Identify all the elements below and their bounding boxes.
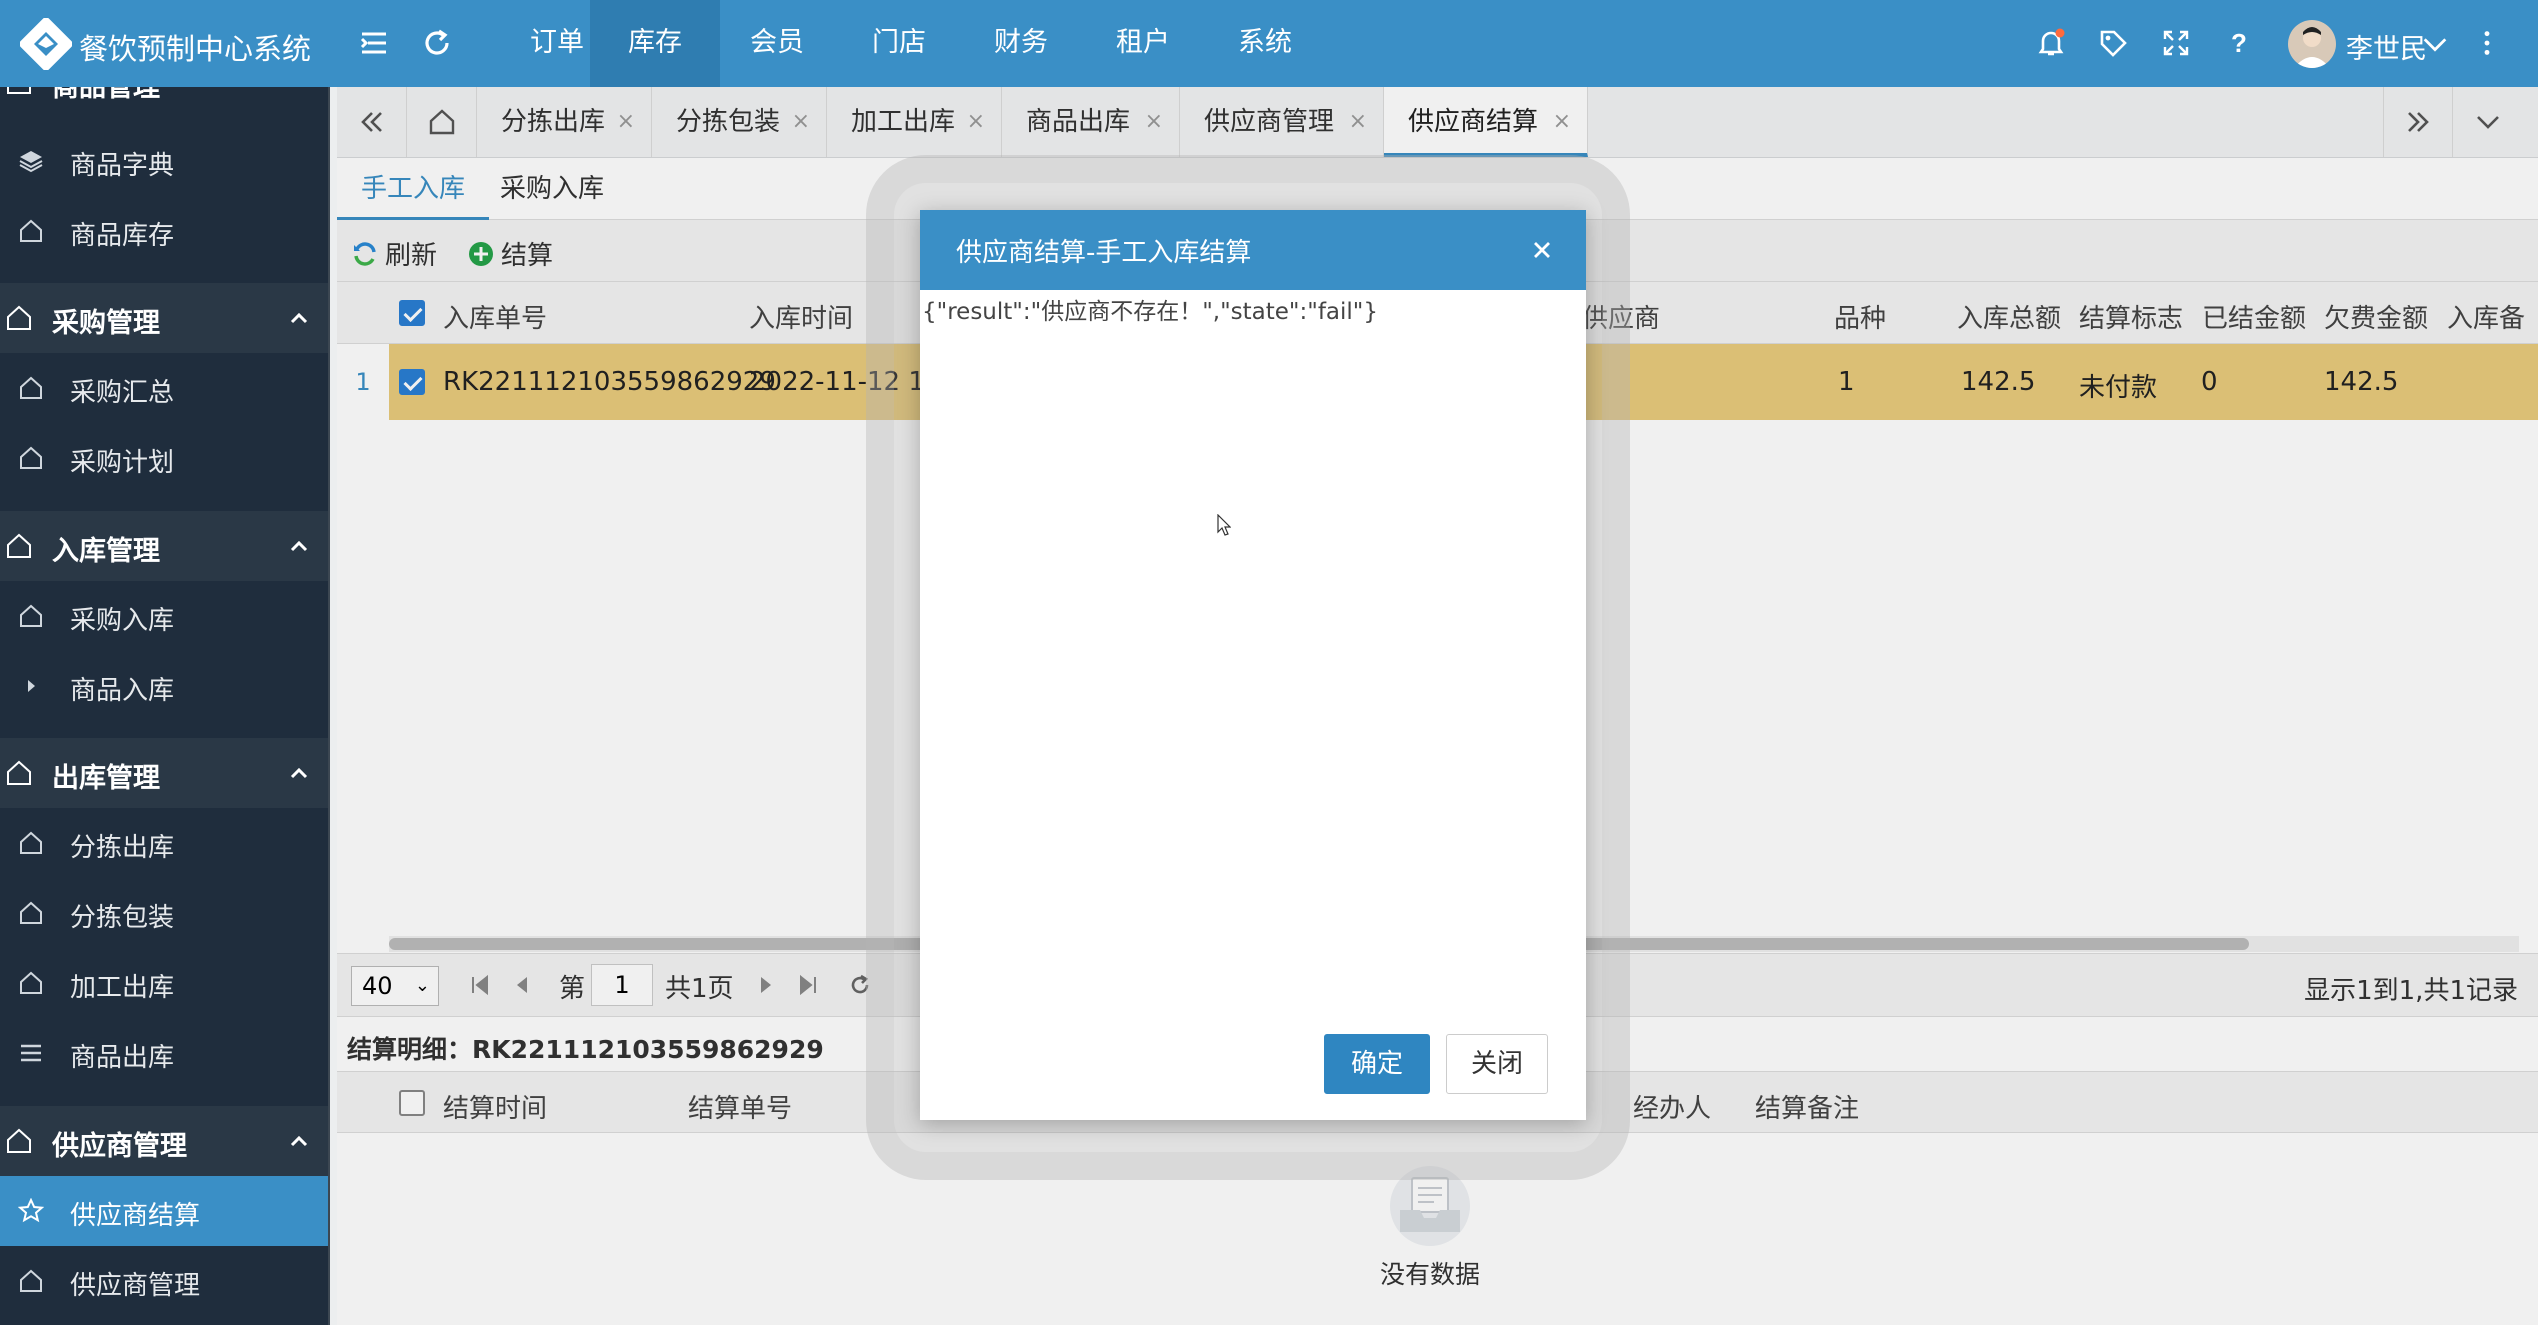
settlement-dialog: 供应商结算-手工入库结算 {"result":"供应商不存在！","state"… [920, 210, 1586, 1120]
sidebar-item-label: 供应商结算 [70, 1201, 201, 1231]
sidebar-item-label: 商品出库 [70, 1043, 175, 1073]
sidebar-group-stock-in[interactable]: 入库管理 [0, 511, 330, 581]
home-icon [20, 446, 42, 469]
chevron-up-icon [290, 1135, 308, 1147]
app-logo-icon [20, 18, 72, 70]
dialog-header: 供应商结算-手工入库结算 [920, 210, 1586, 290]
sidebar-group-supplier[interactable]: 供应商管理 [0, 1106, 330, 1176]
refresh-icon[interactable] [418, 24, 456, 62]
home-icon [20, 971, 42, 994]
sidebar-item-label: 商品库存 [70, 221, 175, 251]
help-icon[interactable]: ? [2220, 24, 2258, 62]
sidebar-group-label: 出库管理 [52, 763, 160, 794]
list-icon [21, 1044, 41, 1062]
sidebar-item-label: 商品入库 [70, 676, 175, 706]
home-icon [7, 760, 31, 785]
sidebar-group-label: 供应商管理 [52, 1131, 187, 1162]
chevron-up-icon [290, 767, 308, 779]
home-icon [20, 831, 42, 854]
close-button[interactable]: 关闭 [1446, 1034, 1548, 1094]
layers-icon [19, 151, 43, 173]
chevron-down-icon[interactable] [2420, 25, 2450, 63]
menu-toggle-icon[interactable] [355, 24, 393, 62]
avatar[interactable] [2288, 20, 2336, 68]
more-vertical-icon[interactable] [2472, 24, 2502, 62]
sidebar-group-purchase[interactable]: 采购管理 [0, 283, 330, 353]
sidebar-item-product-dictionary[interactable]: 商品字典 [0, 126, 330, 196]
star-icon [18, 1198, 44, 1223]
sidebar-group-label: 采购管理 [52, 308, 160, 339]
sidebar-item-product-out[interactable]: 商品出库 [0, 1018, 330, 1088]
sidebar-scrollbar[interactable] [328, 87, 330, 1325]
sidebar-item-sorting-out[interactable]: 分拣出库 [0, 808, 330, 878]
svg-text:?: ? [2231, 28, 2247, 58]
bell-icon[interactable] [2032, 24, 2070, 62]
nav-item-finance[interactable]: 财务 [956, 0, 1086, 87]
sidebar-item-label: 分拣包装 [70, 903, 175, 933]
home-icon [20, 376, 42, 399]
sidebar-group-stock-out[interactable]: 出库管理 [0, 738, 330, 808]
sidebar-item-sorting-packing[interactable]: 分拣包装 [0, 878, 330, 948]
sidebar-item-label: 分拣出库 [70, 833, 175, 863]
dialog-title: 供应商结算-手工入库结算 [956, 238, 1252, 268]
sidebar-item-label: 商品字典 [70, 151, 175, 181]
fullscreen-icon[interactable] [2157, 24, 2195, 62]
sidebar-item-label: 加工出库 [70, 973, 175, 1003]
sidebar: 商品管理 商品字典 商品库存 采购管理 采购汇总 采购计划 入库管理 采购入库 … [0, 87, 330, 1325]
sidebar-item-processing-out[interactable]: 加工出库 [0, 948, 330, 1018]
sidebar-item-purchase-plan[interactable]: 采购计划 [0, 423, 330, 493]
home-icon [20, 1269, 42, 1292]
sidebar-item-label: 供应商管理 [70, 1271, 201, 1301]
dialog-message: {"result":"供应商不存在！","state":"fail"} [922, 299, 1379, 325]
sidebar-item-product-stock-in[interactable]: 商品入库 [0, 651, 330, 721]
nav-item-members[interactable]: 会员 [712, 0, 842, 87]
home-icon [7, 87, 31, 94]
home-icon [20, 604, 42, 627]
confirm-button[interactable]: 确定 [1324, 1034, 1430, 1094]
sidebar-item-label: 采购计划 [70, 448, 175, 478]
home-icon [7, 305, 31, 330]
sidebar-item-label: 采购汇总 [70, 378, 175, 408]
home-icon [20, 901, 42, 924]
app-title: 餐饮预制中心系统 [79, 32, 312, 66]
nav-item-system[interactable]: 系统 [1200, 0, 1330, 87]
sidebar-group-label: 入库管理 [52, 536, 160, 567]
home-icon [20, 219, 42, 242]
nav-item-stores[interactable]: 门店 [834, 0, 964, 87]
tag-icon[interactable] [2094, 24, 2132, 62]
sidebar-item-purchase-summary[interactable]: 采购汇总 [0, 353, 330, 423]
home-icon [7, 533, 31, 558]
sidebar-group-label: 商品管理 [52, 87, 160, 103]
nav-item-inventory[interactable]: 库存 [590, 0, 720, 87]
top-bar: 餐饮预制中心系统 订单 库存 会员 门店 财务 租户 系统 ? 李世民 [0, 0, 2538, 87]
close-icon[interactable] [1526, 234, 1558, 266]
sidebar-group-products[interactable]: 商品管理 [0, 87, 330, 117]
home-icon [7, 1128, 31, 1153]
mouse-cursor-icon [1217, 514, 1231, 536]
nav-item-tenants[interactable]: 租户 [1078, 0, 1208, 87]
sidebar-item-purchase-stock-in[interactable]: 采购入库 [0, 581, 330, 651]
sidebar-item-product-stock[interactable]: 商品库存 [0, 196, 330, 266]
caret-right-icon [28, 680, 35, 692]
sidebar-item-supplier-management[interactable]: 供应商管理 [0, 1246, 330, 1316]
chevron-up-icon [290, 540, 308, 552]
sidebar-item-supplier-settlement[interactable]: 供应商结算 [0, 1176, 330, 1246]
user-name[interactable]: 李世民 [2346, 27, 2427, 66]
chevron-up-icon [290, 312, 308, 324]
chevron-up-icon [293, 87, 305, 88]
sidebar-item-label: 采购入库 [70, 606, 175, 636]
